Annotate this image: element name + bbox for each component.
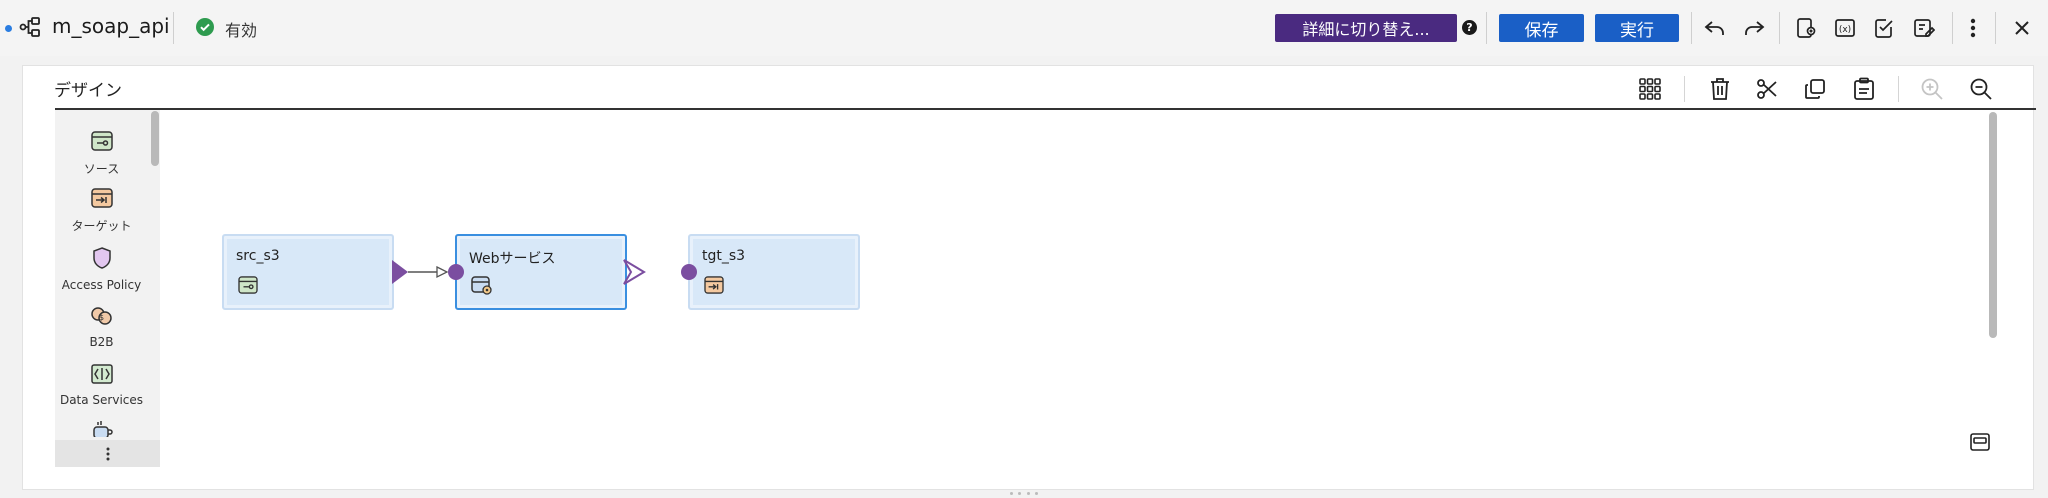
cup-icon: [91, 419, 113, 437]
zoom-in-icon: [1918, 75, 1946, 103]
canvas-vertical-scrollbar[interactable]: [1989, 112, 1997, 338]
run-button[interactable]: 実行: [1595, 14, 1679, 42]
palette-item-target[interactable]: ターゲット: [55, 187, 148, 234]
transformation-palette: ソース ターゲット Access Policy $ B2B Data Servi…: [55, 110, 160, 467]
help-icon[interactable]: ?: [1462, 20, 1477, 35]
source-icon: [238, 276, 258, 298]
edit-properties-icon[interactable]: [1911, 15, 1937, 41]
data-services-icon: [90, 363, 114, 389]
status-label: 有効: [225, 21, 258, 40]
minimap-icon[interactable]: [1966, 428, 1994, 456]
output-port[interactable]: [622, 255, 648, 289]
more-vertical-icon: [106, 447, 109, 460]
palette-item-label: B2B: [89, 335, 114, 349]
output-port[interactable]: [392, 260, 408, 284]
top-bar: m_soap_api 有効 詳細に切り替え... ? 保存 実行 (x): [0, 0, 2048, 56]
node-label: Webサービス: [469, 251, 556, 267]
divider: [1952, 12, 1953, 44]
divider: [1779, 12, 1780, 44]
validate-icon[interactable]: [1871, 15, 1897, 41]
connection-src-to-web: [392, 260, 449, 284]
target-icon: [90, 187, 113, 213]
palette-item-access-policy[interactable]: Access Policy: [55, 246, 148, 292]
svg-text:$: $: [98, 313, 103, 322]
canvas-top-border: [55, 108, 2036, 110]
node-web-service[interactable]: Webサービス: [455, 234, 627, 310]
paste-icon[interactable]: [1850, 75, 1878, 103]
zoom-out-icon[interactable]: [1967, 75, 1995, 103]
palette-item-label: Data Services: [59, 393, 144, 407]
check-circle-icon: [196, 18, 214, 36]
divider: [1486, 12, 1487, 44]
palette-item-label: Access Policy: [61, 278, 142, 292]
close-icon[interactable]: [2009, 15, 2035, 41]
divider: [173, 12, 174, 44]
divider: [1898, 76, 1899, 102]
palette-scrollbar[interactable]: [151, 111, 159, 166]
palette-item-source[interactable]: ソース: [55, 130, 148, 177]
mapping-title: m_soap_api: [52, 14, 170, 38]
parameter-icon[interactable]: [1793, 15, 1819, 41]
svg-text:(x): (x): [1839, 25, 1851, 35]
b2b-icon: $: [90, 305, 114, 331]
target-icon: [704, 276, 724, 298]
switch-detail-button[interactable]: 詳細に切り替え...: [1275, 14, 1457, 42]
mapping-icon: [18, 15, 42, 39]
copy-icon[interactable]: [1801, 75, 1829, 103]
divider: [1995, 12, 1996, 44]
palette-more-button[interactable]: [55, 440, 160, 467]
divider: [1691, 12, 1692, 44]
expression-icon[interactable]: (x): [1832, 15, 1858, 41]
grid-arrange-icon[interactable]: [1636, 75, 1664, 103]
redo-icon[interactable]: [1741, 15, 1767, 41]
more-vertical-icon[interactable]: [1960, 15, 1986, 41]
shield-icon: [91, 246, 113, 274]
node-tgt[interactable]: tgt_s3: [688, 234, 860, 310]
resize-handle[interactable]: [1010, 492, 1038, 496]
node-label: src_s3: [236, 248, 280, 264]
palette-item-partial[interactable]: [55, 419, 148, 437]
cut-icon[interactable]: [1753, 75, 1781, 103]
input-port[interactable]: [446, 262, 466, 282]
input-port[interactable]: [679, 262, 699, 282]
design-panel-title: デザイン: [54, 81, 122, 101]
unsaved-indicator: [5, 25, 12, 32]
palette-item-data-services[interactable]: Data Services: [55, 363, 148, 407]
palette-item-label: ターゲット: [71, 219, 132, 233]
divider: [1684, 76, 1685, 102]
palette-item-b2b[interactable]: $ B2B: [55, 305, 148, 349]
save-button[interactable]: 保存: [1499, 14, 1584, 42]
node-label: tgt_s3: [702, 248, 746, 264]
node-src[interactable]: src_s3: [222, 234, 394, 310]
web-service-icon: [471, 276, 493, 300]
palette-item-label: ソース: [83, 162, 120, 176]
source-icon: [90, 130, 113, 156]
undo-icon[interactable]: [1702, 15, 1728, 41]
delete-icon[interactable]: [1706, 75, 1734, 103]
